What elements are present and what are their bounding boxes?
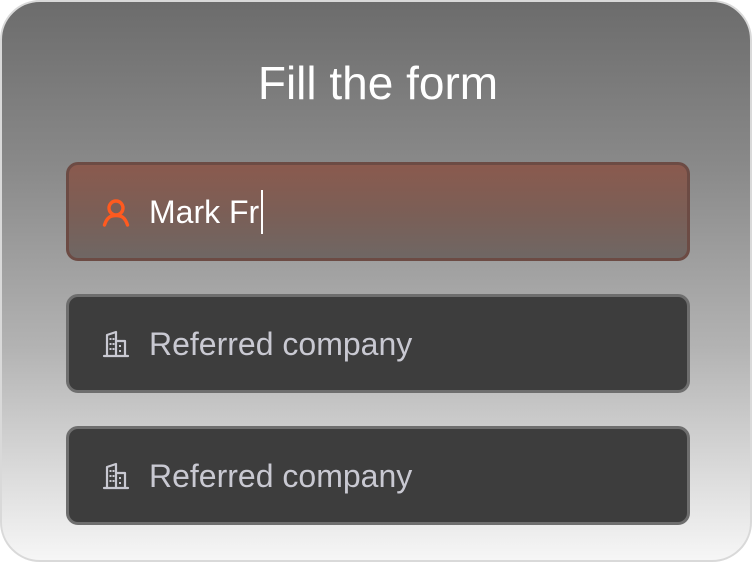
text-caret [261,189,264,234]
building-icon [99,459,133,493]
referred-company-input[interactable]: Referred company [66,294,690,393]
referred-company-input-2[interactable]: Referred company [66,426,690,525]
user-icon [99,195,133,229]
form-title: Fill the form [257,57,499,109]
referred-company-placeholder: Referred company [149,457,413,494]
referred-company-placeholder: Referred company [149,325,413,362]
building-icon [99,327,133,361]
name-input[interactable]: Mark Fr [66,162,690,261]
name-input-value: Mark Fr [149,193,260,230]
form-card: Fill the form Mark Fr Referred company R… [0,0,752,562]
